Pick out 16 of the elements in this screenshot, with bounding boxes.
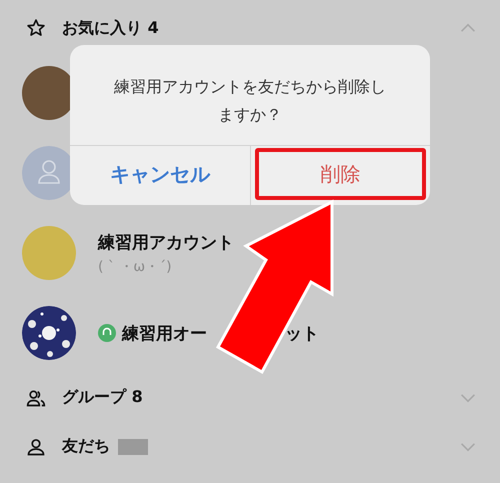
person-icon: [26, 436, 46, 456]
section-title[interactable]: グループ 8: [62, 387, 143, 408]
contact-name: 練習用アカウント: [98, 232, 234, 254]
delete-button[interactable]: 削除: [254, 148, 426, 200]
dialog-message: 練習用アカウントを友だちから削除しますか？: [113, 76, 387, 126]
group-icon: [26, 388, 46, 408]
section-title[interactable]: 友だち: [62, 436, 110, 457]
cancel-button[interactable]: キャンセル: [74, 148, 246, 200]
chevron-down-icon[interactable]: [460, 442, 476, 452]
chevron-down-icon[interactable]: [460, 392, 476, 402]
star-icon: [26, 18, 46, 38]
status-message: ( ˋ ・ω・ˊ): [98, 258, 173, 276]
contact-name: 練習用オー: [122, 322, 207, 344]
section-title[interactable]: お気に入り 4: [62, 18, 159, 38]
contact-name: ット: [285, 322, 319, 344]
chevron-up-icon[interactable]: [460, 23, 476, 33]
